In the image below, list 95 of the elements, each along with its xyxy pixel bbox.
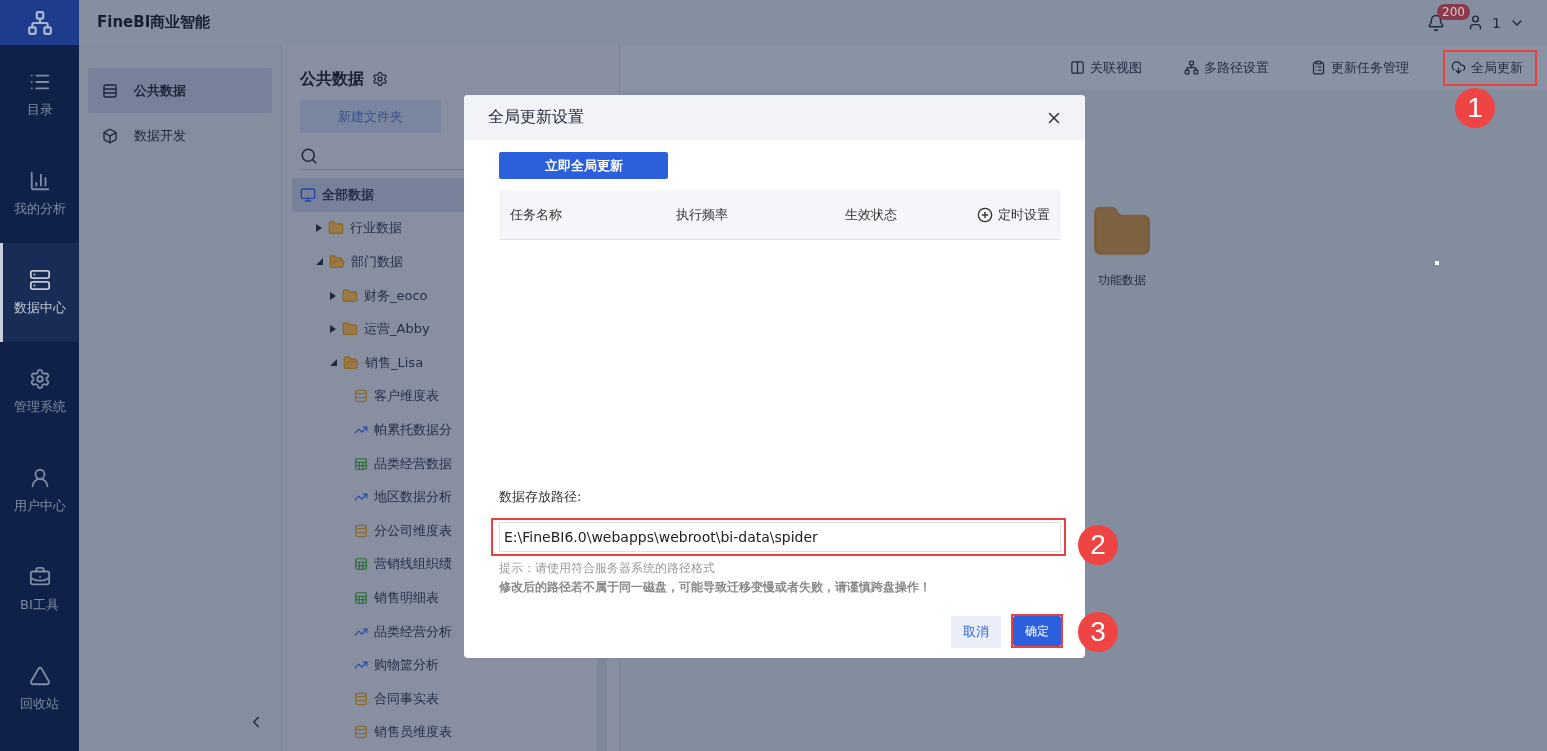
database-icon [354, 389, 368, 404]
folder-icon [343, 354, 359, 371]
tree-item-label: 销售员维度表 [374, 723, 452, 742]
plus-circle-icon [977, 206, 993, 223]
nav-item[interactable]: 用户中心 [0, 441, 79, 540]
tree-item-label: 部门数据 [351, 253, 403, 271]
column-header: 执行频率 [676, 205, 729, 224]
sidebar-item[interactable]: 公共数据 [88, 68, 272, 113]
cancel-button[interactable]: 取消 [951, 616, 1001, 648]
tree-item[interactable]: 运营_Abby [292, 312, 619, 346]
folder-icon [342, 287, 358, 304]
tree-item[interactable]: 品类经营分析 [292, 614, 619, 649]
confirm-button[interactable]: 确定 [1013, 616, 1061, 646]
settings-icon[interactable] [372, 71, 388, 87]
tree-item-label: 全部数据 [322, 185, 374, 204]
folder-icon [328, 220, 344, 237]
dialog-title: 全局更新设置 [488, 107, 584, 128]
path-field[interactable]: E:\FineBI6.0\webapps\webroot\bi-data\spider [499, 522, 1061, 552]
tree-item[interactable]: 销售员维度表 [292, 715, 619, 750]
annotation-marker: 3 [1078, 612, 1118, 652]
sidebar-item[interactable]: 数据开发 [88, 113, 272, 158]
nav-item[interactable]: 目录 [0, 45, 79, 144]
gear-icon [28, 367, 51, 390]
tree-item-label: 合同事实表 [374, 689, 439, 708]
folder-label: 功能数据 [1098, 272, 1146, 289]
caret-icon[interactable] [330, 359, 337, 367]
tree-item[interactable]: 购物篮分析 [292, 648, 619, 682]
path-label: 数据存放路径: [499, 488, 583, 506]
panel-title: 公共数据 [300, 68, 364, 90]
rows-icon [102, 82, 118, 99]
toolbox-icon [28, 565, 51, 588]
monitor-icon [300, 186, 316, 203]
tree-item-label: 品类经营数据 [374, 454, 452, 473]
dot-mark [1435, 261, 1439, 265]
folder-icon [342, 321, 358, 338]
schedule-button[interactable]: 定时设置 [977, 205, 1061, 224]
spreadsheet-icon [354, 557, 368, 572]
cloud-icon [1451, 60, 1466, 75]
tree-item[interactable]: 帕累托数据分 [292, 413, 619, 447]
caret-icon[interactable] [330, 325, 336, 334]
tree-item[interactable]: 客户维度表 [292, 379, 619, 414]
tree-item-label: 地区数据分析 [374, 488, 452, 507]
tree-item[interactable]: 财务_eoco [292, 278, 619, 313]
nav-item[interactable]: 回收站 [0, 639, 79, 738]
new-folder-button[interactable]: 新建文件夹 [300, 100, 441, 133]
hint-text: 提示：请使用符合服务器系统的路径格式 [499, 560, 716, 577]
caret-icon[interactable] [330, 291, 336, 300]
tree-item-label: 销售明细表 [374, 588, 439, 607]
tree-item-label: 销售_Lisa [365, 353, 424, 372]
warning-text: 修改后的路径若不属于同一磁盘，可能导致迁移变慢或者失败，请谨慎跨盘操作！ [499, 579, 932, 596]
tree-item-label: 分公司维度表 [374, 521, 452, 540]
tree-item-label: 帕累托数据分 [374, 420, 452, 439]
cube-icon [102, 127, 118, 144]
tree-item[interactable]: 合同事实表 [292, 681, 619, 716]
user-menu[interactable]: 1 [1467, 14, 1525, 31]
database-icon [354, 691, 368, 706]
tree-item-label: 品类经营分析 [374, 622, 452, 641]
tree-item-label: 财务_eoco [364, 286, 428, 305]
nav-item[interactable]: 我的分析 [0, 144, 79, 243]
app-title: FineBI商业智能 [97, 13, 212, 32]
annotation-marker: 1 [1455, 88, 1495, 128]
update-now-button[interactable]: 立即全局更新 [499, 152, 668, 179]
caret-icon[interactable] [316, 258, 323, 266]
annotation-marker: 2 [1078, 525, 1118, 565]
tree-item-label: 客户维度表 [374, 387, 439, 406]
logo-icon[interactable] [26, 9, 53, 36]
tree-item-label: 行业数据 [350, 219, 402, 238]
tree-item[interactable]: 销售_Lisa [292, 345, 619, 380]
tree-item[interactable]: 部门数据 [292, 245, 619, 279]
caret-icon[interactable] [316, 224, 322, 233]
tree-item-label: 购物篮分析 [374, 656, 439, 675]
spreadsheet-icon [354, 456, 368, 471]
notification-badge: 200 [1437, 3, 1470, 20]
clipboard-icon [1311, 60, 1326, 75]
toolbar-button[interactable]: 关联视图 [1062, 49, 1156, 86]
folder-icon [329, 254, 345, 270]
nav-item[interactable]: BI工具 [0, 540, 79, 639]
toolbar-button[interactable]: 多路径设置 [1176, 49, 1283, 86]
tree-item-label: 运营_Abby [364, 320, 430, 339]
toolbar-button[interactable]: 更新任务管理 [1303, 49, 1423, 86]
tree-item[interactable]: 品类经营数据 [292, 446, 619, 481]
server-icon [28, 268, 51, 291]
nav-item[interactable]: 数据中心 [0, 243, 79, 342]
database-icon [354, 523, 368, 538]
database-icon [354, 725, 368, 740]
search-icon [300, 146, 318, 165]
tree-item-label: 营销线组织绩 [374, 555, 452, 574]
triangle-icon [28, 664, 51, 687]
toolbar-button[interactable]: 全局更新 [1443, 49, 1537, 86]
bar-chart-icon [28, 169, 51, 192]
columns-icon [1070, 60, 1085, 75]
nav-item[interactable]: 管理系统 [0, 342, 79, 441]
hierarchy-icon [1184, 60, 1199, 75]
spreadsheet-icon [354, 590, 368, 605]
column-header: 生效状态 [845, 205, 898, 224]
